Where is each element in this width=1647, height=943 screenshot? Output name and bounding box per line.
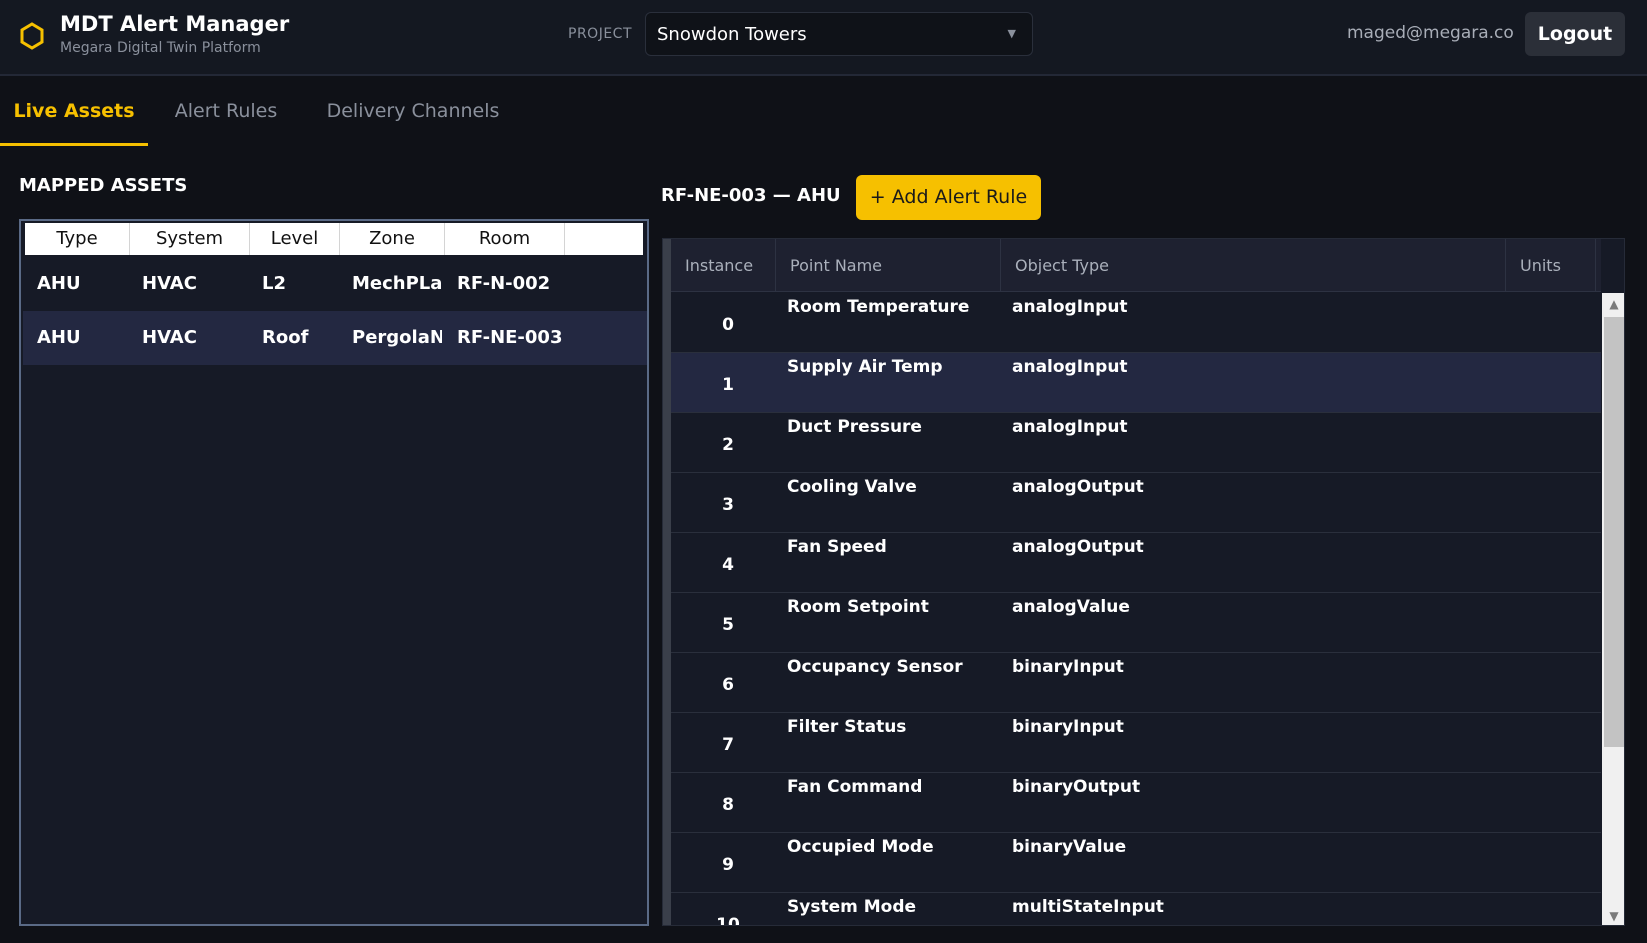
- point-object-type: analogValue: [1012, 597, 1130, 617]
- app-title: MDT Alert Manager: [60, 12, 290, 36]
- asset-level: L2: [262, 273, 286, 294]
- point-row[interactable]: 10 System Mode multiStateInput: [671, 893, 1601, 926]
- point-name: Duct Pressure: [787, 417, 922, 437]
- point-name: Cooling Valve: [787, 477, 917, 497]
- asset-row[interactable]: AHU HVAC L2 MechPLar RF-N-002: [23, 257, 647, 311]
- points-table: Instance Point Name Object Type Units 0 …: [662, 238, 1625, 926]
- selected-asset-title: RF-NE-003 — AHU: [661, 185, 841, 206]
- point-object-type: multiStateInput: [1012, 897, 1164, 917]
- point-instance: 9: [722, 855, 734, 875]
- point-row[interactable]: 3 Cooling Valve analogOutput: [671, 473, 1601, 533]
- point-instance: 0: [722, 315, 734, 335]
- point-instance: 1: [722, 375, 734, 395]
- project-label: PROJECT: [568, 26, 632, 42]
- point-row[interactable]: 4 Fan Speed analogOutput: [671, 533, 1601, 593]
- point-object-type: analogInput: [1012, 357, 1128, 377]
- points-table-header: Instance Point Name Object Type Units: [671, 239, 1601, 292]
- point-instance: 4: [722, 555, 734, 575]
- point-name: Fan Speed: [787, 537, 887, 557]
- asset-type: AHU: [37, 273, 81, 294]
- point-instance: 6: [722, 675, 734, 695]
- point-object-type: analogInput: [1012, 297, 1128, 317]
- project-select-value: Snowdon Towers: [657, 24, 807, 45]
- point-row[interactable]: 9 Occupied Mode binaryValue: [671, 833, 1601, 893]
- point-row[interactable]: 0 Room Temperature analogInput: [671, 293, 1601, 353]
- column-header-point-name[interactable]: Point Name: [776, 239, 1001, 292]
- chevron-up-icon[interactable]: ▲: [1602, 293, 1624, 315]
- asset-system: HVAC: [142, 327, 197, 348]
- asset-room: RF-NE-003: [457, 327, 563, 348]
- column-header-zone[interactable]: Zone: [340, 223, 445, 255]
- point-instance: 7: [722, 735, 734, 755]
- point-instance: 3: [722, 495, 734, 515]
- point-name: Fan Command: [787, 777, 923, 797]
- point-row[interactable]: 7 Filter Status binaryInput: [671, 713, 1601, 773]
- asset-system: HVAC: [142, 273, 197, 294]
- point-object-type: analogOutput: [1012, 477, 1144, 497]
- mapped-assets-table: Type System Level Zone Room AHU HVAC L2 …: [19, 219, 649, 926]
- point-row[interactable]: 6 Occupancy Sensor binaryInput: [671, 653, 1601, 713]
- column-header-instance[interactable]: Instance: [671, 239, 776, 292]
- app-subtitle: Megara Digital Twin Platform: [60, 40, 261, 56]
- tab-live-assets[interactable]: Live Assets: [0, 78, 148, 146]
- column-header-room[interactable]: Room: [445, 223, 565, 255]
- user-email: maged@megara.co: [1347, 23, 1514, 43]
- asset-zone: MechPLar: [352, 273, 442, 294]
- mapped-assets-title: MAPPED ASSETS: [19, 175, 188, 196]
- top-bar: MDT Alert Manager Megara Digital Twin Pl…: [0, 0, 1647, 76]
- asset-row-selected[interactable]: AHU HVAC Roof PergolaNE RF-NE-003: [23, 311, 647, 365]
- point-instance: 8: [722, 795, 734, 815]
- point-object-type: analogOutput: [1012, 537, 1144, 557]
- point-name: Filter Status: [787, 717, 907, 737]
- points-table-body: 0 Room Temperature analogInput 1 Supply …: [671, 293, 1601, 926]
- point-object-type: binaryValue: [1012, 837, 1127, 857]
- scrollbar-thumb[interactable]: [1604, 317, 1624, 747]
- column-header-units[interactable]: Units: [1506, 239, 1596, 292]
- tab-delivery-channels[interactable]: Delivery Channels: [325, 78, 501, 146]
- column-header-level[interactable]: Level: [250, 223, 340, 255]
- point-object-type: binaryInput: [1012, 717, 1124, 737]
- points-scrollbar[interactable]: ▲ ▼: [1602, 293, 1624, 925]
- tab-alert-rules[interactable]: Alert Rules: [170, 78, 282, 146]
- point-name: Room Setpoint: [787, 597, 929, 617]
- row-header-strip: [663, 239, 671, 925]
- point-row[interactable]: 2 Duct Pressure analogInput: [671, 413, 1601, 473]
- chevron-down-icon[interactable]: ▼: [1602, 905, 1624, 925]
- point-name: Occupancy Sensor: [787, 657, 963, 677]
- column-header-system[interactable]: System: [130, 223, 250, 255]
- assets-table-header: Type System Level Zone Room: [25, 223, 643, 255]
- asset-level: Roof: [262, 327, 309, 348]
- add-alert-rule-button[interactable]: + Add Alert Rule: [856, 175, 1041, 220]
- asset-room: RF-N-002: [457, 273, 551, 294]
- point-instance: 2: [722, 435, 734, 455]
- project-select[interactable]: Snowdon Towers ▼: [645, 12, 1033, 56]
- main-tabs: Live Assets Alert Rules Delivery Channel…: [0, 78, 1647, 146]
- point-instance: 5: [722, 615, 734, 635]
- point-name: Supply Air Temp: [787, 357, 943, 377]
- hexagon-icon: [20, 22, 44, 50]
- logout-button[interactable]: Logout: [1525, 12, 1625, 56]
- chevron-down-icon: ▼: [1007, 27, 1016, 40]
- point-row[interactable]: 5 Room Setpoint analogValue: [671, 593, 1601, 653]
- point-object-type: analogInput: [1012, 417, 1128, 437]
- point-object-type: binaryInput: [1012, 657, 1124, 677]
- point-instance: 10: [716, 915, 740, 926]
- point-row-selected[interactable]: 1 Supply Air Temp analogInput: [671, 353, 1601, 413]
- point-row[interactable]: 8 Fan Command binaryOutput: [671, 773, 1601, 833]
- point-name: Room Temperature: [787, 297, 970, 317]
- point-name: System Mode: [787, 897, 917, 917]
- asset-type: AHU: [37, 327, 81, 348]
- point-object-type: binaryOutput: [1012, 777, 1141, 797]
- asset-zone: PergolaNE: [352, 327, 442, 348]
- point-name: Occupied Mode: [787, 837, 934, 857]
- column-header-object-type[interactable]: Object Type: [1001, 239, 1506, 292]
- column-header-type[interactable]: Type: [25, 223, 130, 255]
